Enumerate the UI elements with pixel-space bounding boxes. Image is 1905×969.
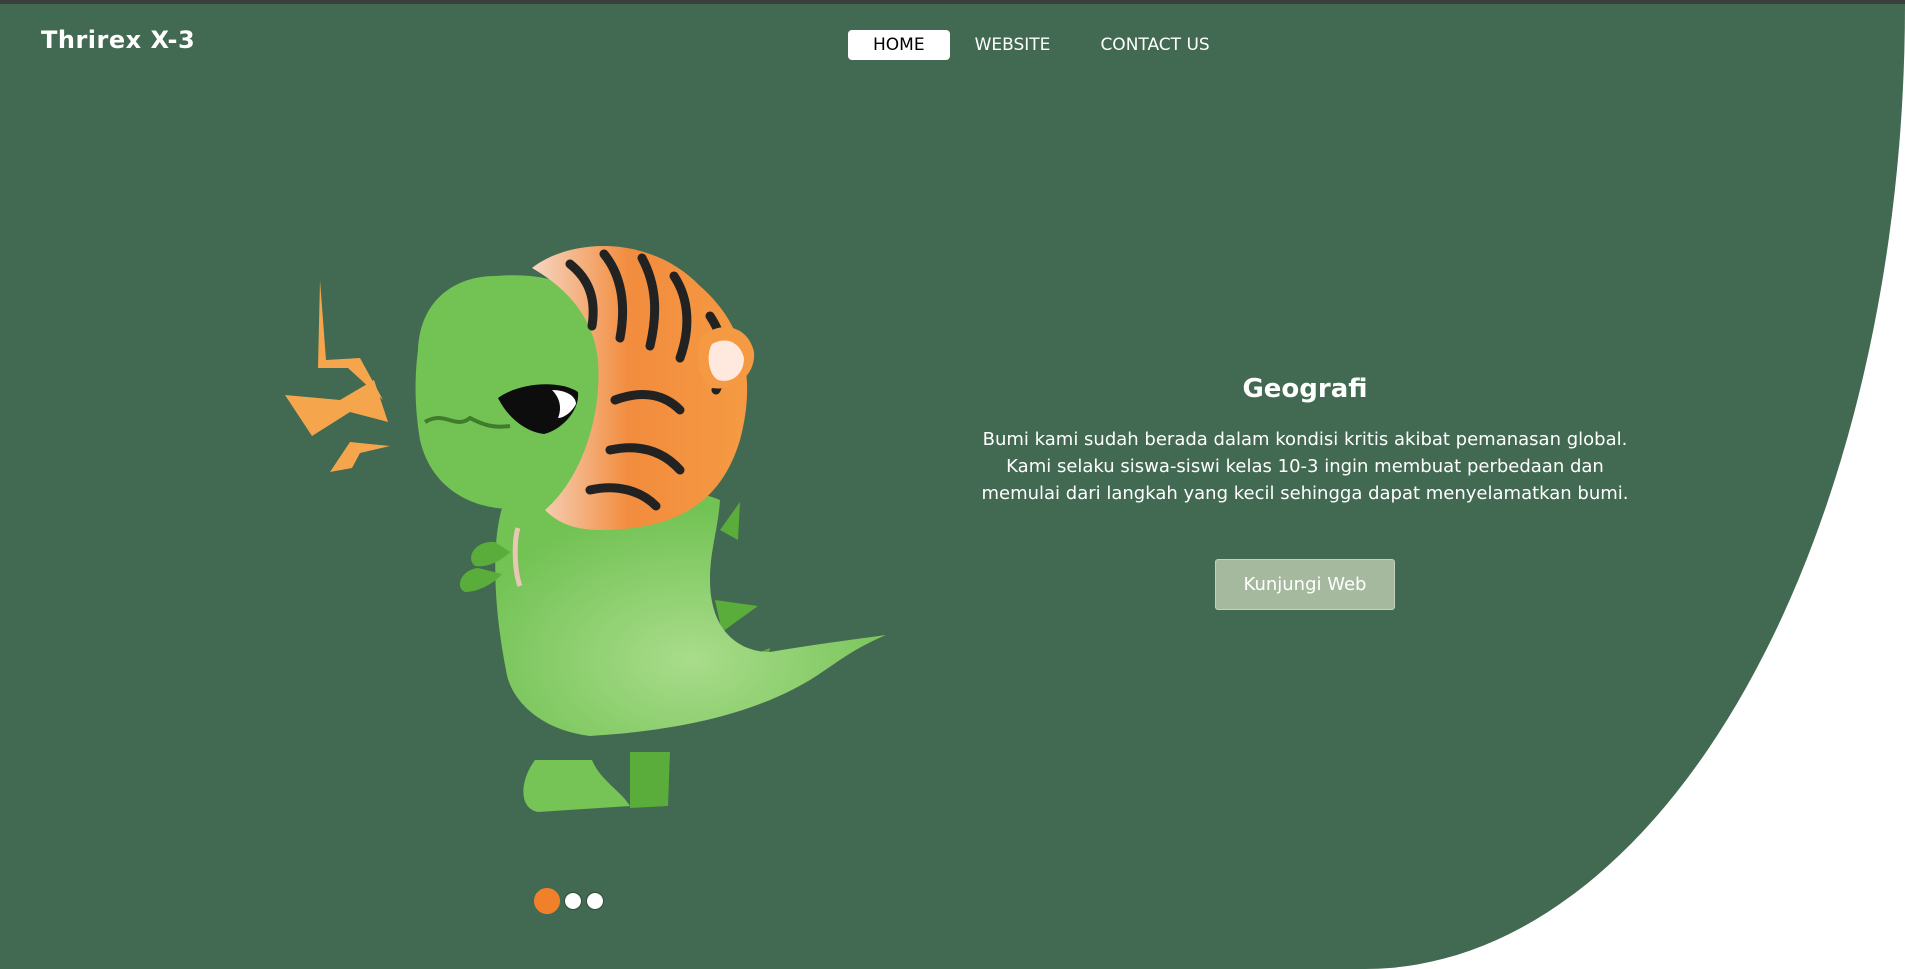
visit-web-button[interactable]: Kunjungi Web [1214,559,1396,610]
dinosaur-tiger-hood-illustration [285,246,886,812]
carousel-dot-2[interactable] [564,892,582,910]
hero-description-line-1: Bumi kami sudah berada dalam kondisi kri… [982,429,1628,450]
main-nav: HOME WEBSITE CONTACT US [848,30,1235,60]
hero-content: Geografi Bumi kami sudah berada dalam ko… [950,374,1660,610]
carousel-dot-1[interactable] [534,888,560,914]
brand-logo[interactable]: Thrirex X-3 [41,26,195,54]
hero-description: Bumi kami sudah berada dalam kondisi kri… [950,426,1660,507]
carousel-dot-3[interactable] [586,892,604,910]
nav-home[interactable]: HOME [848,30,950,60]
lightning-icon [285,280,390,472]
hero-description-line-2: Kami selaku siswa-siswi kelas 10-3 ingin… [1006,456,1604,477]
carousel-indicators [534,888,604,914]
nav-contact-us[interactable]: CONTACT US [1075,30,1234,60]
hero-section: Thrirex X-3 HOME WEBSITE CONTACT US Geog… [0,4,1905,969]
hero-description-line-3: memulai dari langkah yang kecil sehingga… [981,483,1629,504]
nav-website[interactable]: WEBSITE [950,30,1076,60]
hero-title: Geografi [1242,374,1368,404]
